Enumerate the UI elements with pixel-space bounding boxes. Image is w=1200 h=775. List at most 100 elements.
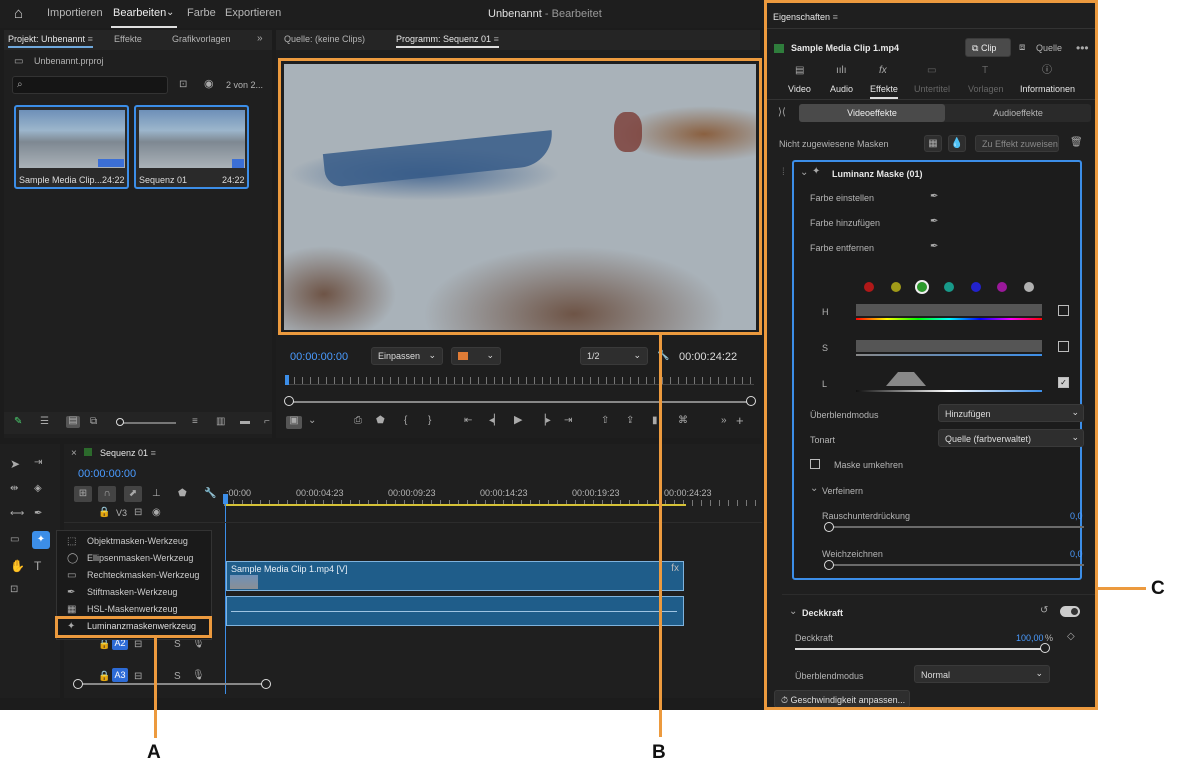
sync-lock-icon[interactable]: ⊟ bbox=[134, 508, 142, 518]
scroll-right-knob[interactable] bbox=[261, 679, 271, 689]
zoom-bar-right-knob[interactable] bbox=[746, 396, 756, 406]
fit-dropdown[interactable]: Einpassen ⌄ bbox=[371, 347, 443, 365]
snap-icon[interactable]: ∩ bbox=[98, 486, 116, 502]
extract-icon[interactable]: ⇪ bbox=[626, 416, 634, 426]
mask-tool-object[interactable]: Objektmasken-Werkzeug bbox=[87, 536, 188, 546]
play-icon[interactable]: ▶ bbox=[514, 415, 522, 426]
settings-wrench-icon[interactable]: 🔧 bbox=[204, 489, 216, 499]
zoom-bar[interactable] bbox=[290, 401, 752, 403]
mic-icon[interactable]: 🎙 bbox=[192, 671, 205, 681]
chevron-down-icon[interactable]: ⌄ bbox=[308, 416, 316, 426]
generative-tool-icon[interactable]: ⊡ bbox=[10, 585, 18, 595]
menu-color[interactable]: Farbe bbox=[187, 7, 216, 19]
mask-tool-icon[interactable]: ✦ bbox=[32, 531, 50, 549]
solo-label[interactable]: S bbox=[174, 640, 181, 650]
sync-lock-icon[interactable]: ⊟ bbox=[134, 672, 142, 682]
tab-sequence[interactable]: Sequenz 01 ≡ bbox=[100, 448, 156, 458]
lock-icon[interactable]: 🔒 bbox=[98, 672, 110, 682]
export-frame-icon[interactable]: ⎙ bbox=[354, 416, 362, 426]
razor-tool-icon[interactable]: ◈ bbox=[34, 484, 42, 494]
go-to-in-icon[interactable]: ⇤ bbox=[464, 416, 472, 426]
video-clip[interactable]: Sample Media Clip 1.mp4 [V] fx bbox=[226, 561, 684, 591]
mask-tool-ellipse[interactable]: Ellipsenmasken-Werkzeug bbox=[87, 553, 193, 563]
chevron-down-icon[interactable]: ⌄ bbox=[166, 8, 174, 18]
playhead-line[interactable] bbox=[225, 494, 226, 694]
step-forward-icon[interactable]: ▕▸ bbox=[538, 416, 551, 426]
scrub-ruler[interactable] bbox=[286, 377, 754, 385]
bin-icon[interactable]: ⊡ bbox=[179, 80, 187, 90]
playhead-handle[interactable] bbox=[223, 494, 228, 504]
pencil-icon[interactable]: ✎ bbox=[14, 417, 22, 427]
trim-icon[interactable]: ⌘ bbox=[678, 416, 688, 426]
display-mode-dropdown[interactable]: ⌄ bbox=[451, 347, 501, 365]
timeline-scrollbar[interactable] bbox=[76, 683, 270, 685]
marker-icon[interactable]: ⬟ bbox=[178, 489, 187, 499]
go-to-out-icon[interactable]: ⇥ bbox=[564, 416, 572, 426]
close-icon[interactable]: × bbox=[71, 449, 77, 459]
freeform-view-icon[interactable]: ⧉ bbox=[90, 417, 97, 427]
track-select-tool-icon[interactable]: ⇥ bbox=[34, 458, 42, 468]
new-item-icon[interactable]: ⌐ bbox=[264, 417, 270, 427]
insert-sequence-icon[interactable]: ⊞ bbox=[74, 486, 92, 502]
menu-export[interactable]: Exportieren bbox=[225, 7, 281, 19]
chevron-right-icon[interactable]: » bbox=[257, 34, 263, 44]
menu-import[interactable]: Importieren bbox=[47, 7, 103, 19]
step-back-icon[interactable]: ◂▏ bbox=[489, 416, 502, 426]
tab-project[interactable]: Projekt: Unbenannt ≡ bbox=[8, 34, 93, 48]
audio-clip[interactable] bbox=[226, 596, 684, 626]
sort-icon[interactable]: ≡ bbox=[192, 417, 198, 427]
add-button-icon[interactable]: + bbox=[736, 414, 744, 427]
zoom-slider-knob[interactable] bbox=[116, 418, 124, 426]
tab-source[interactable]: Quelle: (keine Clips) bbox=[284, 34, 365, 44]
timeline-timecode[interactable]: 00:00:00:00 bbox=[78, 468, 136, 480]
icon-view-icon[interactable]: ▤ bbox=[66, 416, 80, 428]
automate-icon[interactable]: ▥ bbox=[216, 417, 225, 427]
resolution-dropdown[interactable]: 1/2 ⌄ bbox=[580, 347, 648, 365]
search-input[interactable]: ⌕ bbox=[12, 76, 168, 94]
time-ruler[interactable]: :00:00 00:00:04:23 00:00:09:23 00:00:14:… bbox=[224, 484, 762, 508]
compare-icon[interactable]: ▮ bbox=[652, 416, 658, 426]
pen-tool-icon[interactable]: ✒ bbox=[34, 509, 42, 519]
more-controls-icon[interactable]: » bbox=[721, 416, 727, 426]
user-icon[interactable]: ◉ bbox=[204, 79, 214, 90]
project-item-clip[interactable]: Sample Media Clip... 24:22 bbox=[14, 105, 129, 189]
mark-in-icon[interactable]: { bbox=[404, 416, 407, 426]
rectangle-tool-icon[interactable]: ▭ bbox=[10, 535, 19, 545]
mask-tool-pen[interactable]: Stiftmasken-Werkzeug bbox=[87, 587, 177, 597]
mark-out-icon[interactable]: } bbox=[428, 416, 431, 426]
mask-tool-hsl[interactable]: HSL-Maskenwerkzeug bbox=[87, 604, 178, 614]
tab-program[interactable]: Programm: Sequenz 01 ≡ bbox=[396, 34, 499, 48]
playhead-marker[interactable] bbox=[285, 375, 289, 385]
safe-margins-icon[interactable]: ▣ bbox=[286, 416, 302, 429]
selection-tool-icon[interactable]: ➤ bbox=[10, 458, 20, 470]
scroll-left-knob[interactable] bbox=[73, 679, 83, 689]
home-icon[interactable]: ⌂ bbox=[14, 6, 23, 21]
add-marker-icon[interactable]: ⬟ bbox=[376, 416, 385, 426]
mask-tool-rectangle[interactable]: Rechteckmasken-Werkzeug bbox=[87, 570, 199, 580]
list-view-icon[interactable]: ☰ bbox=[40, 417, 49, 427]
type-tool-icon[interactable]: T bbox=[34, 560, 41, 572]
zoom-bar-left-knob[interactable] bbox=[284, 396, 294, 406]
solo-label[interactable]: S bbox=[174, 672, 181, 682]
lift-icon[interactable]: ⇧ bbox=[601, 416, 609, 426]
work-area-bar[interactable] bbox=[226, 504, 686, 506]
ripple-edit-tool-icon[interactable]: ⇹ bbox=[10, 484, 18, 494]
program-timecode[interactable]: 00:00:00:00 bbox=[290, 351, 348, 363]
menu-edit[interactable]: Bearbeiten bbox=[113, 7, 166, 19]
slip-tool-icon[interactable]: ⟷ bbox=[10, 509, 24, 519]
new-bin-icon[interactable]: ▬ bbox=[240, 417, 250, 427]
zoom-slider[interactable] bbox=[118, 422, 176, 424]
lock-icon[interactable]: 🔒 bbox=[98, 640, 110, 650]
mic-icon[interactable]: 🎙 bbox=[192, 639, 205, 649]
sync-lock-icon[interactable]: ⊟ bbox=[134, 640, 142, 650]
lock-icon[interactable]: 🔒 bbox=[98, 508, 110, 518]
linked-selection-icon[interactable]: ⬈ bbox=[124, 486, 142, 502]
tab-graphic-templates[interactable]: Grafikvorlagen bbox=[172, 34, 231, 44]
project-item-sequence[interactable]: Sequenz 01 24:22 bbox=[134, 105, 249, 189]
track-a3-label[interactable]: A3 bbox=[112, 668, 128, 682]
add-marker-icon[interactable]: ⊥ bbox=[152, 489, 161, 499]
eye-icon[interactable]: ◉ bbox=[152, 508, 161, 518]
tab-effects[interactable]: Effekte bbox=[114, 34, 142, 44]
audio-volume-line[interactable] bbox=[231, 611, 677, 612]
hand-tool-icon[interactable]: ✋ bbox=[10, 560, 25, 572]
